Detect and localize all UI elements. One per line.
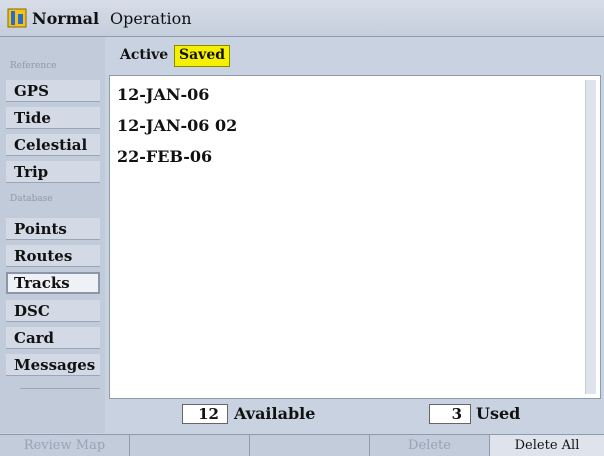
divider [20, 388, 100, 389]
sidebar-item-messages[interactable]: Messages [6, 354, 100, 376]
softkey-3[interactable] [250, 435, 370, 456]
list-item[interactable]: 12-JAN-06 [117, 85, 209, 104]
sidebar-item-celestial[interactable]: Celestial [6, 134, 100, 156]
sidebar-item-gps[interactable]: GPS [6, 80, 100, 102]
list-item[interactable]: 22-FEB-06 [117, 147, 212, 166]
review-map-button[interactable]: Review Map [0, 435, 130, 456]
sidebar-section-reference: Reference [10, 61, 57, 71]
used-label: Used [476, 404, 521, 423]
softkey-2[interactable] [130, 435, 250, 456]
scrollbar[interactable] [585, 80, 596, 394]
list-item[interactable]: 12-JAN-06 02 [117, 116, 237, 135]
sidebar-item-card[interactable]: Card [6, 327, 100, 349]
delete-all-button[interactable]: Delete All [490, 435, 604, 456]
tab-saved[interactable]: Saved [174, 45, 231, 67]
sidebar-item-tide[interactable]: Tide [6, 107, 100, 129]
page-title-mode: Normal [32, 9, 100, 28]
page-title-label: Operation [110, 9, 192, 28]
title-bar: Normal Operation [0, 0, 604, 37]
softkey-bar: Review Map Delete Delete All [0, 434, 604, 456]
tracks-list: 12-JAN-06 12-JAN-06 02 22-FEB-06 [109, 75, 601, 399]
sidebar: Reference GPS Tide Celestial Trip Databa… [0, 37, 105, 433]
sidebar-item-tracks[interactable]: Tracks [6, 272, 100, 294]
available-count: 12 [182, 404, 228, 424]
delete-button[interactable]: Delete [370, 435, 490, 456]
sidebar-item-dsc[interactable]: DSC [6, 300, 100, 322]
available-label: Available [234, 404, 316, 423]
sidebar-item-routes[interactable]: Routes [6, 245, 100, 267]
sidebar-item-trip[interactable]: Trip [6, 161, 100, 183]
sidebar-section-database: Database [10, 194, 53, 204]
sidebar-item-points[interactable]: Points [6, 218, 100, 240]
mode-icon [7, 8, 27, 28]
used-count: 3 [429, 404, 471, 424]
tab-active[interactable]: Active [116, 45, 172, 65]
